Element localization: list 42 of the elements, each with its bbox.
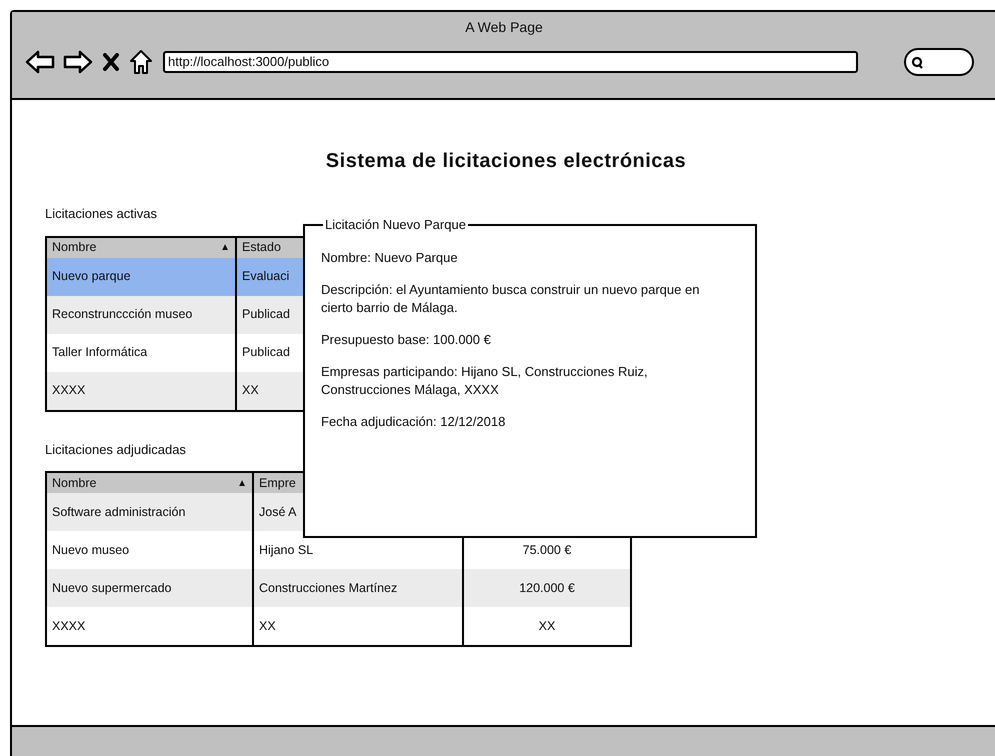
column-header[interactable]: Empre <box>259 474 296 492</box>
column-header[interactable]: Nombre <box>52 238 96 257</box>
table-cell-text: XX <box>538 618 556 635</box>
section-heading: Licitaciones adjudicadas <box>45 440 186 459</box>
table-cell-text: 120.000 € <box>519 580 575 597</box>
table-cell-text: XX <box>242 382 259 400</box>
table-cell-text: José A <box>259 504 297 521</box>
table-cell-text: Nuevo parque <box>52 268 131 286</box>
back-arrow-icon[interactable] <box>25 50 55 74</box>
table-cell-text: Hijano SL <box>259 542 314 559</box>
sort-indicator[interactable]: ▲ <box>237 476 247 490</box>
sort-indicator[interactable]: ▲ <box>220 240 230 255</box>
search-field[interactable] <box>904 48 974 76</box>
table-cell-text: 75.000 € <box>522 542 572 559</box>
close-icon[interactable] <box>103 53 119 71</box>
table-cell-text: Evaluaci <box>242 268 290 286</box>
table-cell-text: XXXX <box>52 382 86 400</box>
dialog-title: Licitación Nuevo Parque <box>325 217 466 232</box>
table-cell-text: XXXX <box>52 618 86 635</box>
column-header[interactable]: Nombre <box>52 474 96 492</box>
table-cell-text: Publicad <box>242 306 290 324</box>
detail-text: Presupuesto base: 100.000 € <box>321 331 492 349</box>
detail-text: Fecha adjudicación: 12/12/2018 <box>321 413 506 431</box>
url-field[interactable]: http://localhost:3000/publico <box>163 51 858 73</box>
forward-arrow-icon[interactable] <box>63 50 93 74</box>
detail-text: Nombre: Nuevo Parque <box>321 249 459 267</box>
detail-text: Empresas participando: Hijano SL, Construcciones Ruiz, Construcciones Málaga, XXXX <box>321 363 649 399</box>
window-title: A Web Page <box>465 18 543 37</box>
home-icon[interactable] <box>129 49 153 75</box>
table-cell-text: Software administración <box>52 504 186 521</box>
table-cell-text: XX <box>259 618 276 635</box>
search-icon <box>911 56 924 68</box>
table-cell-text: Construcciones Martínez <box>259 580 398 597</box>
table-cell-text: Nuevo supermercado <box>52 580 172 597</box>
page-title: Sistema de licitaciones electrónicas <box>326 149 686 174</box>
detail-text: Descripción: el Ayuntamiento busca construir un nuevo parque en cierto barrio de Málaga. <box>321 281 700 317</box>
table-cell-text: Publicad <box>242 344 290 362</box>
table-cell-text: Taller Informática <box>52 344 148 362</box>
column-header[interactable]: Estado <box>242 238 281 257</box>
section-heading: Licitaciones activas <box>45 205 157 223</box>
table-cell-text: Reconstrunccción museo <box>52 306 192 324</box>
table-cell-text: Nuevo museo <box>52 542 130 559</box>
